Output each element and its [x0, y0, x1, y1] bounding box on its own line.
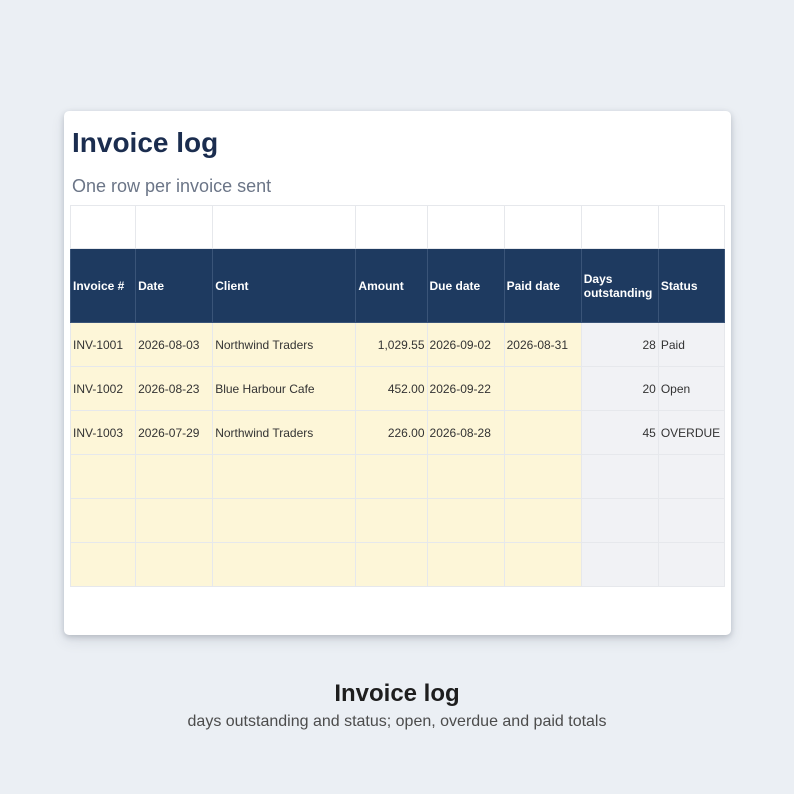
amount-cell[interactable]: 452.00 — [355, 366, 428, 411]
empty-cell[interactable] — [426, 498, 505, 543]
empty-cell[interactable] — [657, 542, 726, 587]
date-cell[interactable]: 2026-08-03 — [135, 322, 214, 367]
spreadsheet-card: Invoice log One row per invoice sent Inv… — [64, 111, 731, 635]
caption-title: Invoice log — [334, 680, 460, 707]
due-date-cell[interactable]: 2026-09-22 — [426, 366, 505, 411]
blank-cell[interactable] — [355, 205, 428, 249]
status-cell[interactable]: Open — [657, 366, 726, 411]
paid-date-cell[interactable]: 2026-08-31 — [503, 322, 582, 367]
sheet-subtitle: One row per invoice sent — [72, 176, 272, 196]
days-outstanding-cell[interactable]: 28 — [580, 322, 659, 367]
header-client[interactable]: Client — [212, 248, 357, 323]
client-cell[interactable]: Northwind Traders — [212, 410, 357, 455]
header-row: Invoice # Date Client Amount Due date Pa… — [69, 248, 726, 323]
blank-cell[interactable] — [135, 205, 214, 249]
client-cell[interactable]: Blue Harbour Cafe — [212, 366, 357, 411]
empty-cell[interactable] — [426, 454, 505, 499]
empty-cell[interactable] — [503, 454, 582, 499]
invoice-number-cell[interactable]: INV-1001 — [69, 322, 137, 367]
empty-cell[interactable] — [135, 454, 214, 499]
paid-date-cell[interactable] — [503, 410, 582, 455]
status-cell[interactable]: OVERDUE — [657, 410, 726, 455]
empty-cell[interactable] — [657, 454, 726, 499]
due-date-cell[interactable]: 2026-09-02 — [426, 322, 505, 367]
invoice-number-cell[interactable]: INV-1002 — [69, 366, 137, 411]
status-cell[interactable]: Paid — [657, 322, 726, 367]
invoice-table: Invoice # Date Client Amount Due date Pa… — [69, 205, 726, 587]
header-days-outstanding[interactable]: Days outstanding — [580, 248, 659, 323]
empty-cell[interactable] — [69, 498, 137, 543]
days-outstanding-cell[interactable]: 20 — [580, 366, 659, 411]
empty-cell[interactable] — [212, 454, 357, 499]
paid-date-cell[interactable] — [503, 366, 582, 411]
caption-subtitle: days outstanding and status; open, overd… — [187, 713, 607, 730]
amount-cell[interactable]: 226.00 — [355, 410, 428, 455]
blank-cell[interactable] — [212, 205, 357, 249]
empty-cell[interactable] — [657, 498, 726, 543]
empty-cell[interactable] — [135, 498, 214, 543]
empty-cell[interactable] — [580, 498, 659, 543]
empty-cell[interactable] — [355, 498, 428, 543]
amount-cell[interactable]: 1,029.55 — [355, 322, 428, 367]
table-row: INV-1003 2026-07-29 Northwind Traders 22… — [69, 410, 726, 455]
header-status[interactable]: Status — [657, 248, 726, 323]
date-cell[interactable]: 2026-08-23 — [135, 366, 214, 411]
empty-row — [69, 454, 726, 499]
empty-cell[interactable] — [503, 498, 582, 543]
blank-row — [69, 205, 726, 249]
empty-cell[interactable] — [580, 542, 659, 587]
blank-cell[interactable] — [69, 205, 137, 249]
sheet-title: Invoice log — [72, 127, 219, 158]
blank-cell[interactable] — [657, 205, 726, 249]
empty-cell[interactable] — [503, 542, 582, 587]
empty-cell[interactable] — [426, 542, 505, 587]
empty-cell[interactable] — [135, 542, 214, 587]
table-row: INV-1002 2026-08-23 Blue Harbour Cafe 45… — [69, 366, 726, 411]
header-paid-date[interactable]: Paid date — [503, 248, 582, 323]
blank-cell[interactable] — [580, 205, 659, 249]
empty-cell[interactable] — [212, 542, 357, 587]
empty-cell[interactable] — [580, 454, 659, 499]
header-amount[interactable]: Amount — [355, 248, 428, 323]
blank-cell[interactable] — [503, 205, 582, 249]
empty-cell[interactable] — [69, 542, 137, 587]
empty-cell[interactable] — [212, 498, 357, 543]
date-cell[interactable]: 2026-07-29 — [135, 410, 214, 455]
header-due-date[interactable]: Due date — [426, 248, 505, 323]
due-date-cell[interactable]: 2026-08-28 — [426, 410, 505, 455]
invoice-number-cell[interactable]: INV-1003 — [69, 410, 137, 455]
header-invoice-number[interactable]: Invoice # — [69, 248, 137, 323]
days-outstanding-cell[interactable]: 45 — [580, 410, 659, 455]
table-row: INV-1001 2026-08-03 Northwind Traders 1,… — [69, 322, 726, 367]
blank-cell[interactable] — [426, 205, 505, 249]
empty-cell[interactable] — [69, 454, 137, 499]
empty-cell[interactable] — [355, 454, 428, 499]
header-date[interactable]: Date — [135, 248, 214, 323]
empty-cell[interactable] — [355, 542, 428, 587]
empty-row — [69, 498, 726, 543]
empty-row — [69, 542, 726, 587]
client-cell[interactable]: Northwind Traders — [212, 322, 357, 367]
